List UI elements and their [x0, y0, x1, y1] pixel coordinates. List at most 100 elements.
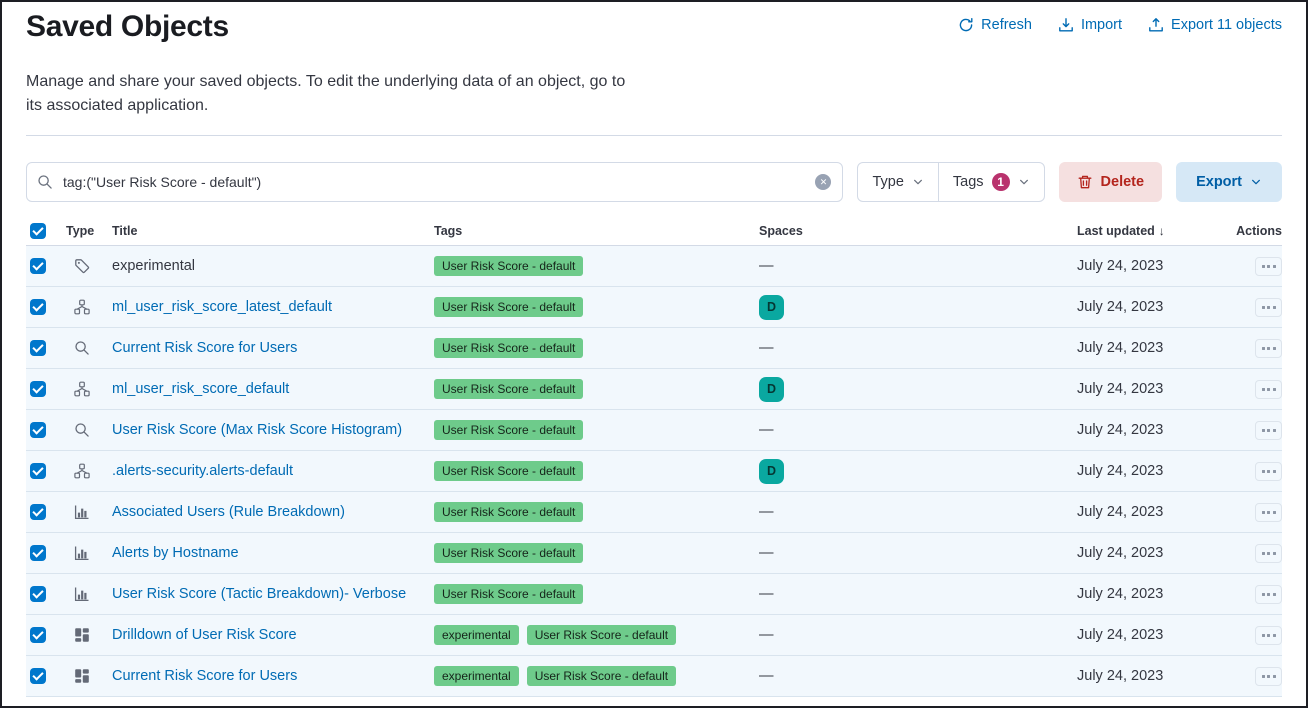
object-title: experimental: [112, 258, 195, 274]
visualization-icon: [74, 586, 90, 602]
tag-badge[interactable]: User Risk Score - default: [434, 502, 583, 522]
row-actions-button[interactable]: [1255, 339, 1282, 358]
row-actions-button[interactable]: [1255, 462, 1282, 481]
space-empty-dash: —: [759, 340, 774, 356]
export-label: Export: [1196, 174, 1242, 190]
row-actions-button[interactable]: [1255, 585, 1282, 604]
object-title-link[interactable]: User Risk Score (Max Risk Score Histogra…: [112, 422, 402, 438]
search-icon: [74, 340, 90, 356]
object-title-link[interactable]: .alerts-security.alerts-default: [112, 463, 293, 479]
tag-badge[interactable]: experimental: [434, 625, 519, 645]
table-row: ml_user_risk_score_latest_default User R…: [26, 287, 1282, 328]
tag-badge[interactable]: experimental: [434, 666, 519, 686]
space-empty-dash: —: [759, 545, 774, 561]
import-button[interactable]: Import: [1058, 17, 1122, 33]
column-header-actions: Actions: [1207, 224, 1282, 238]
row-checkbox[interactable]: [30, 668, 46, 684]
space-empty-dash: —: [759, 258, 774, 274]
export-selected-button[interactable]: Export: [1176, 162, 1282, 202]
space-empty-dash: —: [759, 504, 774, 520]
type-filter-button[interactable]: Type: [858, 163, 937, 201]
object-title-link[interactable]: User Risk Score (Tactic Breakdown)- Verb…: [112, 586, 406, 602]
row-checkbox[interactable]: [30, 258, 46, 274]
index-pattern-icon: [74, 463, 90, 479]
last-updated: July 24, 2023: [1077, 299, 1207, 315]
column-header-last-updated[interactable]: Last updated↓: [1077, 224, 1207, 238]
last-updated: July 24, 2023: [1077, 258, 1207, 274]
object-title-link[interactable]: Current Risk Score for Users: [112, 668, 297, 684]
last-updated: July 24, 2023: [1077, 340, 1207, 356]
row-checkbox[interactable]: [30, 422, 46, 438]
tag-badge[interactable]: User Risk Score - default: [434, 420, 583, 440]
tag-badge[interactable]: User Risk Score - default: [434, 543, 583, 563]
dashboard-icon: [74, 627, 90, 643]
tag-badge[interactable]: User Risk Score - default: [434, 379, 583, 399]
table-row: Current Risk Score for Users User Risk S…: [26, 328, 1282, 369]
tag-badge[interactable]: User Risk Score - default: [527, 666, 676, 686]
tag-badge[interactable]: User Risk Score - default: [434, 256, 583, 276]
object-title-link[interactable]: ml_user_risk_score_default: [112, 381, 289, 397]
table-row: experimental User Risk Score - default —…: [26, 246, 1282, 287]
object-title-link[interactable]: Current Risk Score for Users: [112, 340, 297, 356]
select-all-checkbox[interactable]: [30, 223, 46, 239]
table-row: Alerts by Hostname User Risk Score - def…: [26, 533, 1282, 574]
object-title-link[interactable]: Associated Users (Rule Breakdown): [112, 504, 345, 520]
last-updated: July 24, 2023: [1077, 422, 1207, 438]
table-row: .alerts-security.alerts-default User Ris…: [26, 451, 1282, 492]
row-actions-button[interactable]: [1255, 380, 1282, 399]
dashboard-icon: [74, 668, 90, 684]
header-actions: Refresh Import Export 11 objects: [958, 17, 1282, 33]
row-actions-button[interactable]: [1255, 544, 1282, 563]
export-all-button[interactable]: Export 11 objects: [1148, 17, 1282, 33]
row-actions-button[interactable]: [1255, 503, 1282, 522]
row-checkbox[interactable]: [30, 463, 46, 479]
object-title-link[interactable]: ml_user_risk_score_latest_default: [112, 299, 332, 315]
tag-badge[interactable]: User Risk Score - default: [434, 297, 583, 317]
row-checkbox[interactable]: [30, 627, 46, 643]
export-all-label: Export 11 objects: [1171, 17, 1282, 33]
row-actions-button[interactable]: [1255, 667, 1282, 686]
object-title-link[interactable]: Drilldown of User Risk Score: [112, 627, 297, 643]
trash-icon: [1077, 174, 1093, 190]
search-icon: [37, 174, 53, 190]
row-actions-button[interactable]: [1255, 421, 1282, 440]
column-header-spaces[interactable]: Spaces: [759, 224, 1077, 238]
tag-badge[interactable]: User Risk Score - default: [434, 338, 583, 358]
visualization-icon: [74, 545, 90, 561]
row-checkbox[interactable]: [30, 504, 46, 520]
row-checkbox[interactable]: [30, 381, 46, 397]
import-icon: [1058, 17, 1074, 33]
table-header-row: Type Title Tags Spaces Last updated↓ Act…: [26, 216, 1282, 246]
search-input[interactable]: [26, 162, 843, 202]
tag-badge[interactable]: User Risk Score - default: [527, 625, 676, 645]
delete-label: Delete: [1101, 174, 1145, 190]
column-header-title[interactable]: Title: [112, 224, 434, 238]
object-title-link[interactable]: Alerts by Hostname: [112, 545, 239, 561]
space-badge: D: [759, 459, 784, 484]
last-updated: July 24, 2023: [1077, 463, 1207, 479]
row-checkbox[interactable]: [30, 545, 46, 561]
tag-badge[interactable]: User Risk Score - default: [434, 584, 583, 604]
last-updated: July 24, 2023: [1077, 668, 1207, 684]
last-updated: July 24, 2023: [1077, 627, 1207, 643]
saved-objects-table: Type Title Tags Spaces Last updated↓ Act…: [26, 216, 1282, 697]
visualization-icon: [74, 504, 90, 520]
row-checkbox[interactable]: [30, 340, 46, 356]
row-actions-button[interactable]: [1255, 298, 1282, 317]
divider: [26, 135, 1282, 136]
chevron-down-icon: [1018, 176, 1030, 188]
type-filter-label: Type: [872, 174, 903, 190]
column-header-tags[interactable]: Tags: [434, 224, 759, 238]
row-actions-button[interactable]: [1255, 626, 1282, 645]
row-checkbox[interactable]: [30, 586, 46, 602]
tag-icon: [74, 258, 90, 274]
page-header: Saved Objects Refresh Import Export 11 o…: [26, 2, 1282, 44]
tag-badge[interactable]: User Risk Score - default: [434, 461, 583, 481]
tags-filter-button[interactable]: Tags 1: [938, 163, 1044, 201]
delete-button[interactable]: Delete: [1059, 162, 1163, 202]
row-checkbox[interactable]: [30, 299, 46, 315]
column-header-type[interactable]: Type: [62, 224, 112, 238]
space-empty-dash: —: [759, 668, 774, 684]
refresh-button[interactable]: Refresh: [958, 17, 1032, 33]
row-actions-button[interactable]: [1255, 257, 1282, 276]
